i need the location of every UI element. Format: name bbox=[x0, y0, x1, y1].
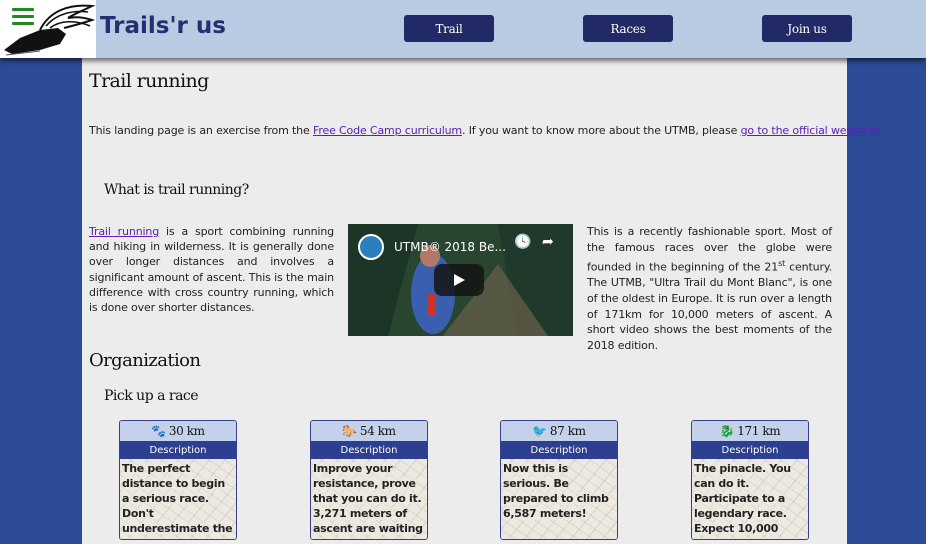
intro-paragraph: This landing page is an exercise from th… bbox=[89, 124, 880, 137]
fcc-curriculum-link[interactable]: Free Code Camp curriculum bbox=[313, 124, 462, 137]
race-description: Improve your resistance, prove that you … bbox=[311, 459, 427, 539]
play-icon bbox=[454, 274, 465, 286]
trail-running-link[interactable]: Trail running bbox=[89, 225, 159, 238]
share-icon[interactable]: ➦ bbox=[542, 234, 554, 250]
nav-join-button[interactable]: Join us bbox=[762, 15, 852, 42]
race-description: The pinacle. You can do it. Participate … bbox=[692, 459, 808, 539]
race-card-header: 🐎 54 km bbox=[311, 421, 427, 441]
race-card-header: 🐉 171 km bbox=[692, 421, 808, 441]
logo bbox=[0, 0, 96, 58]
hamburger-menu-icon[interactable] bbox=[12, 8, 34, 26]
intro-text-2: . If you want to know more about the UTM… bbox=[462, 124, 741, 137]
watch-later-icon[interactable]: 🕓 bbox=[514, 234, 531, 250]
race-distance: 30 km bbox=[168, 424, 205, 438]
trail-description-right: This is a recently fashionable sport. Mo… bbox=[587, 224, 832, 354]
race-card-171km[interactable]: 🐉 171 km Description The pinacle. You can… bbox=[691, 420, 809, 540]
main-content: Trail running This landing page is an ex… bbox=[82, 58, 880, 544]
description-button[interactable]: Description bbox=[501, 441, 617, 459]
race-card-87km[interactable]: 🐦 87 km Description Now this is serious. … bbox=[500, 420, 618, 540]
nav-trail-button[interactable]: Trail bbox=[404, 15, 494, 42]
channel-avatar[interactable] bbox=[358, 234, 384, 260]
race-description: Now this is serious. Be prepared to clim… bbox=[501, 459, 617, 539]
race-card-header: 🐾 30 km bbox=[120, 421, 236, 441]
race-description-text: The perfect distance to begin a serious … bbox=[122, 462, 233, 539]
race-distance: 54 km bbox=[359, 424, 396, 438]
brand-name: Trails'r us bbox=[100, 13, 226, 39]
intro-text-1: This landing page is an exercise from th… bbox=[89, 124, 313, 137]
race-description: The perfect distance to begin a serious … bbox=[120, 459, 236, 539]
page-title: Trail running bbox=[89, 70, 209, 92]
horse-icon: 🐎 bbox=[342, 424, 357, 438]
bird-icon: 🐦 bbox=[532, 424, 547, 438]
nav-races-button[interactable]: Races bbox=[583, 15, 673, 42]
description-button[interactable]: Description bbox=[692, 441, 808, 459]
video-player[interactable]: UTMB® 2018 Be... 🕓 ➦ bbox=[348, 224, 573, 336]
race-card-header: 🐦 87 km bbox=[501, 421, 617, 441]
play-button[interactable] bbox=[434, 264, 484, 296]
race-description-text: Improve your resistance, prove that you … bbox=[313, 462, 423, 539]
race-card-30km[interactable]: 🐾 30 km Description The perfect distance … bbox=[119, 420, 237, 540]
official-webpage-link[interactable]: go to the official webpage bbox=[741, 124, 881, 137]
section-title-what-is: What is trail running? bbox=[104, 182, 249, 198]
left-text: is a sport combining running and hiking … bbox=[89, 225, 334, 315]
race-distance: 171 km bbox=[737, 424, 781, 438]
race-card-54km[interactable]: 🐎 54 km Description Improve your resistan… bbox=[310, 420, 428, 540]
organization-title: Organization bbox=[89, 350, 201, 371]
race-description-text: The pinacle. You can do it. Participate … bbox=[694, 462, 798, 539]
race-description-text: Now this is serious. Be prepared to clim… bbox=[503, 462, 609, 520]
pick-race-title: Pick up a race bbox=[104, 388, 199, 404]
video-title[interactable]: UTMB® 2018 Be... bbox=[394, 240, 506, 254]
race-distance: 87 km bbox=[549, 424, 586, 438]
dragon-icon: 🐉 bbox=[719, 424, 735, 438]
paw-icon: 🐾 bbox=[151, 424, 166, 438]
top-navbar: Trails'r us Trail Races Join us bbox=[0, 0, 926, 58]
description-button[interactable]: Description bbox=[311, 441, 427, 459]
trail-description-left: Trail running is a sport combining runni… bbox=[89, 224, 334, 315]
description-button[interactable]: Description bbox=[120, 441, 236, 459]
right-text-2: century. The UTMB, "Ultra Trail du Mont … bbox=[587, 260, 832, 353]
